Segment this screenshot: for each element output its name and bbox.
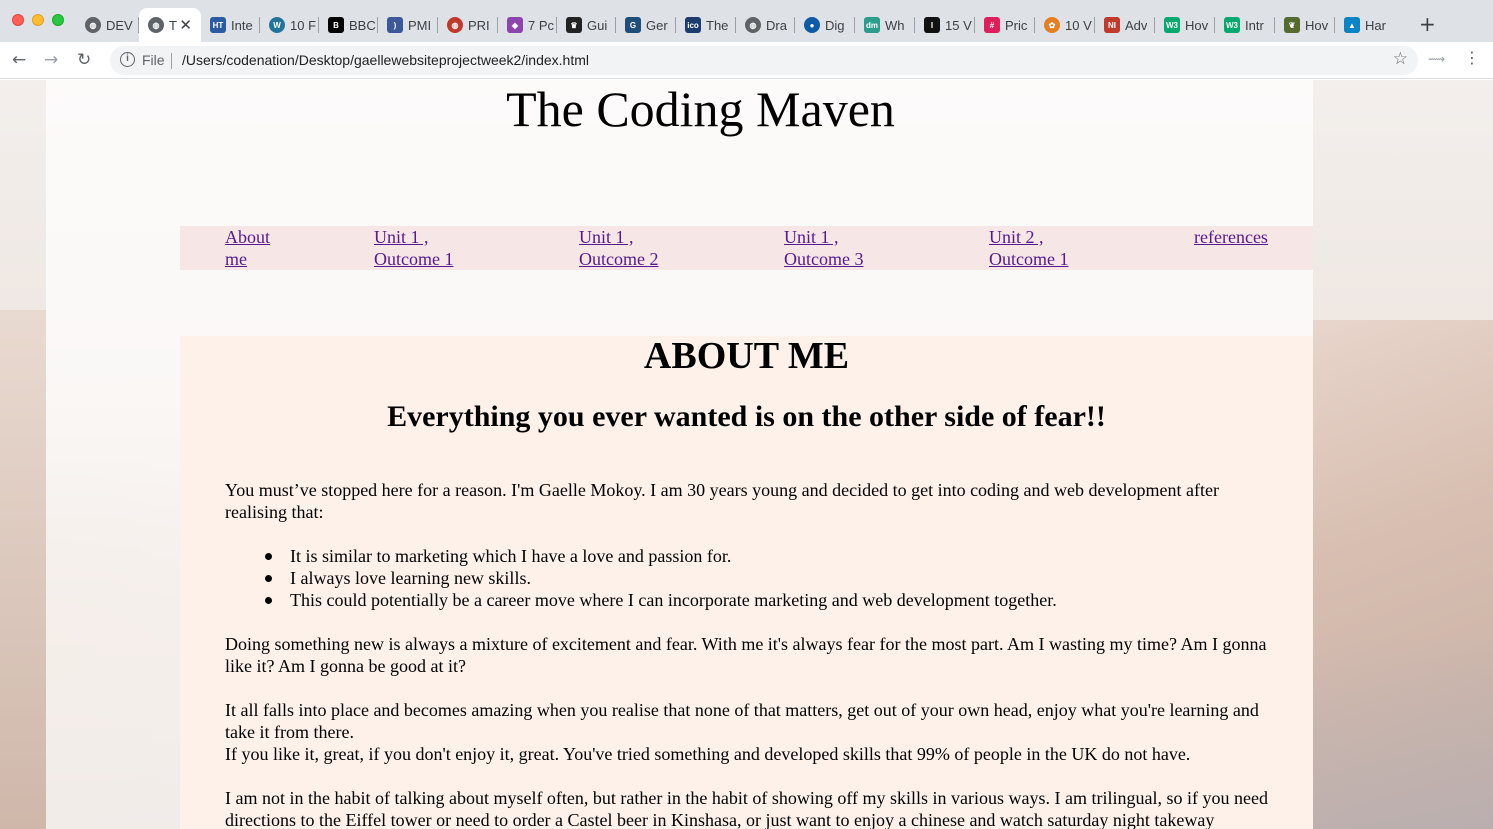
browser-tab[interactable]: ✿ 10 V <box>1035 8 1095 42</box>
ico-icon: ico <box>685 17 701 33</box>
w3-icon: W3 <box>1164 17 1180 33</box>
dm-icon: dm <box>864 17 880 33</box>
globe-icon: ◍ <box>85 17 101 33</box>
fear-paragraph: Doing something new is always a mixture … <box>225 634 1267 676</box>
list-item: It is similar to marketing which I have … <box>265 545 1265 567</box>
background-image-left <box>0 310 46 829</box>
browser-tab[interactable]: W3 Intr <box>1215 8 1275 42</box>
browser-tab[interactable]: B BBC <box>319 8 378 42</box>
rss-icon: ) <box>387 17 403 33</box>
browser-tab[interactable]: ◍ Dra <box>736 8 795 42</box>
nav-link-about-me[interactable]: About me <box>225 226 270 270</box>
minimize-window-button[interactable] <box>32 14 44 26</box>
crown-icon: ♛ <box>566 17 582 33</box>
browser-tab[interactable]: ❦ Hov <box>1275 8 1335 42</box>
site-nav: About me Unit 1 , Outcome 1 Unit 1 , Outcom… <box>180 226 1313 270</box>
about-me-subheading: Everything you ever wanted is on the oth… <box>387 400 1106 433</box>
browser-tab[interactable]: ● Dig <box>795 8 855 42</box>
list-item: I always love learning new skills. <box>265 567 1265 589</box>
if-you-like-it-paragraph: If you like it, great, if you don't enjo… <box>225 744 1191 764</box>
browser-tab[interactable]: ▲ Har <box>1335 8 1405 42</box>
browser-tab[interactable]: ico The <box>676 8 736 42</box>
w3-icon: W3 <box>1224 17 1240 33</box>
bookmark-star-icon[interactable]: ☆ <box>1393 49 1408 69</box>
url-scheme-label: File <box>142 52 165 68</box>
browser-tab[interactable]: ◍ PRI <box>438 8 498 42</box>
nav-link-unit1-outcome2[interactable]: Unit 1 , Outcome 2 <box>579 226 658 270</box>
site-info-icon[interactable]: i <box>120 52 135 67</box>
browser-tab-strip: ◍ DEV ◍ T ✕ HT Inte W 10 F B BBC ) PMI ◍… <box>0 0 1493 42</box>
browser-tab[interactable]: ◍ DEV <box>76 8 139 42</box>
address-bar[interactable]: i File /Users/codenation/Desktop/gaellew… <box>110 46 1418 75</box>
close-window-button[interactable] <box>12 14 24 26</box>
reload-icon[interactable]: ↻ <box>77 50 91 70</box>
extension-icon[interactable]: ⟿ <box>1428 52 1445 66</box>
html-doc-icon: HT <box>210 17 226 33</box>
trilingual-paragraph: I am not in the habit of talking about m… <box>225 788 1268 829</box>
browser-tab[interactable]: I 15 V <box>915 8 975 42</box>
close-tab-icon[interactable]: ✕ <box>179 16 192 34</box>
browser-tab[interactable]: HT Inte <box>201 8 260 42</box>
lotus-icon: ✿ <box>1044 17 1060 33</box>
globe-icon: ◍ <box>745 17 761 33</box>
url-text[interactable]: /Users/codenation/Desktop/gaellewebsitep… <box>182 52 589 68</box>
ni-icon: NI <box>1104 17 1120 33</box>
nav-link-unit2-outcome1[interactable]: Unit 2 , Outcome 1 <box>989 226 1068 270</box>
browser-tab[interactable]: W3 Hov <box>1155 8 1215 42</box>
nav-link-unit1-outcome1[interactable]: Unit 1 , Outcome 1 <box>374 226 453 270</box>
page-viewport: The Coding Maven About me Unit 1 , Outcome… <box>0 80 1493 829</box>
back-arrow-icon[interactable]: ← <box>12 50 26 70</box>
list-item: This could potentially be a career move … <box>265 589 1265 611</box>
intro-paragraph: You must’ve stopped here for a reason. I… <box>225 480 1219 522</box>
background-keyboard <box>1313 640 1493 829</box>
about-me-heading: ABOUT ME <box>643 335 850 377</box>
drop-icon: ● <box>804 17 820 33</box>
diamond-icon: ◆ <box>507 17 523 33</box>
about-me-section: ABOUT ME Everything you ever wanted is o… <box>180 336 1313 829</box>
leaf-icon: ❦ <box>1284 17 1300 33</box>
new-tab-button[interactable]: + <box>1419 12 1436 36</box>
browser-tab[interactable]: W 10 F <box>260 8 319 42</box>
falls-into-place-paragraph: It all falls into place and becomes amaz… <box>225 700 1259 742</box>
browser-tab[interactable]: ) PMI <box>378 8 438 42</box>
browser-tab[interactable]: # Pric <box>975 8 1035 42</box>
browser-tab[interactable]: NI Adv <box>1095 8 1155 42</box>
site-title: The Coding Maven <box>506 81 895 137</box>
browser-tab[interactable]: ◆ 7 Pc <box>498 8 557 42</box>
nav-link-unit1-outcome3[interactable]: Unit 1 , Outcome 3 <box>784 226 863 270</box>
grad-cap-icon: ▲ <box>1344 17 1360 33</box>
slack-icon: # <box>984 17 1000 33</box>
browser-tab[interactable]: dm Wh <box>855 8 915 42</box>
browser-tab[interactable]: ♛ Gui <box>557 8 616 42</box>
forward-arrow-icon[interactable]: → <box>44 50 58 70</box>
gov-icon: G <box>625 17 641 33</box>
wordpress-icon: W <box>269 17 285 33</box>
globe-icon: ◍ <box>148 17 164 33</box>
browser-tab[interactable]: G Ger <box>616 8 676 42</box>
browser-menu-icon[interactable]: ⋮ <box>1464 48 1480 67</box>
browser-tab-active[interactable]: ◍ T ✕ <box>139 8 201 42</box>
reasons-list: It is similar to marketing which I have … <box>265 545 1265 611</box>
bbc-icon: B <box>328 17 344 33</box>
maximize-window-button[interactable] <box>52 14 64 26</box>
globe-red-icon: ◍ <box>447 17 463 33</box>
browser-toolbar: ← → ↻ i File /Users/codenation/Desktop/g… <box>0 42 1493 79</box>
nav-link-references[interactable]: references <box>1194 226 1268 248</box>
i-icon: I <box>924 17 940 33</box>
